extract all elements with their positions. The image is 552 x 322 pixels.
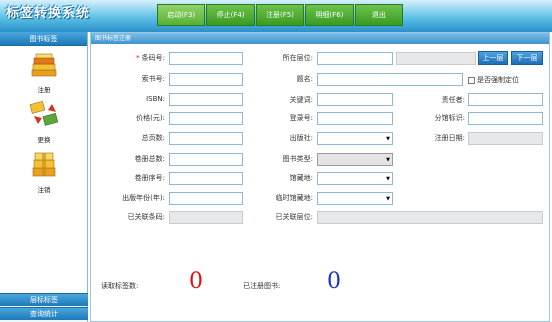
- required-mark: *: [136, 54, 140, 62]
- pub-year-input[interactable]: [169, 192, 243, 205]
- next-shelf-button[interactable]: 下一层: [511, 51, 543, 65]
- registered-count-value: 0: [327, 269, 341, 294]
- sidebar-section-stats[interactable]: 查询统计: [0, 307, 88, 320]
- book-type-select[interactable]: ▼: [317, 153, 393, 166]
- linked-barcode-field: [169, 211, 243, 224]
- sidebar-item-label: 更换: [37, 136, 51, 144]
- location-select[interactable]: ▼: [317, 172, 393, 185]
- price-input[interactable]: [169, 112, 243, 125]
- shelf-input[interactable]: [317, 52, 393, 65]
- shelf-code-field: [396, 52, 476, 65]
- sidebar-item-replace[interactable]: 更换: [0, 100, 88, 144]
- linked-shelf-field: [317, 211, 543, 224]
- title-label: 题名:: [296, 75, 313, 83]
- read-count-label: 读取标签数:: [101, 282, 139, 290]
- exit-button[interactable]: 退出: [354, 4, 404, 26]
- force-position-checkbox[interactable]: 是否强制定位: [468, 75, 519, 85]
- isbn-label: ISBN:: [146, 95, 165, 103]
- volumes-label: 卷册总数:: [134, 155, 165, 163]
- reg-no-label: 登录号:: [289, 114, 313, 122]
- linked-shelf-label: 已关联层位:: [275, 213, 313, 221]
- call-no-input[interactable]: [169, 73, 243, 86]
- price-label: 价格(元):: [136, 114, 165, 122]
- branch-input[interactable]: [468, 112, 543, 125]
- keyword-label: 关键词:: [289, 96, 313, 104]
- publisher-label: 出版社:: [289, 134, 313, 142]
- book-type-label: 图书类型:: [282, 155, 313, 163]
- shelf-label: 所在层位:: [282, 54, 313, 62]
- volume-no-label: 卷册序号:: [134, 174, 165, 182]
- author-label: 责任者:: [441, 96, 465, 104]
- linked-barcode-label: 已关联条码:: [127, 213, 165, 221]
- main-toolbar: 启动(F3) 停止(F4) 注册(F5) 明细(F6) 退出: [157, 4, 404, 26]
- sidebar-header[interactable]: 图书标签: [0, 32, 87, 46]
- register-panel: 图书标签注册 * 条码号: 索书号: ISBN: 价格(元): 总页数: 卷册总数…: [90, 32, 550, 322]
- sidebar-body: 注册 更换 注销: [0, 46, 87, 293]
- branch-label: 分馆标识:: [434, 114, 465, 122]
- sidebar-item-register[interactable]: 注册: [0, 52, 88, 94]
- register-button[interactable]: 注册(F5): [255, 4, 305, 26]
- sidebar-section-shelf-tags[interactable]: 层标标签: [0, 293, 88, 306]
- title-input[interactable]: [317, 73, 463, 86]
- reg-no-input[interactable]: [317, 112, 393, 125]
- barcode-label: * 条码号:: [136, 54, 165, 62]
- sidebar-item-label: 注销: [37, 186, 51, 194]
- sidebar-item-cancel[interactable]: 注销: [0, 150, 88, 194]
- pages-input[interactable]: [169, 132, 243, 145]
- chevron-down-icon: ▼: [386, 196, 390, 202]
- pub-year-label: 出版年份(年):: [122, 194, 165, 202]
- books-stack-icon: [31, 53, 57, 77]
- stop-button[interactable]: 停止(F4): [206, 4, 255, 26]
- reg-date-label: 注册日期:: [434, 134, 465, 142]
- volumes-input[interactable]: [169, 153, 243, 166]
- panel-title: 图书标签注册: [91, 33, 549, 44]
- sidebar-item-label: 注册: [37, 86, 51, 94]
- publisher-select[interactable]: ▼: [317, 132, 393, 145]
- read-count-value: 0: [189, 269, 203, 294]
- reg-date-field: [468, 132, 543, 145]
- location-label: 馆藏地:: [289, 174, 313, 182]
- title-bar: 标签转换系统 启动(F3) 停止(F4) 注册(F5) 明细(F6) 退出: [0, 0, 552, 32]
- call-no-label: 索书号:: [141, 75, 165, 83]
- volume-no-input[interactable]: [169, 172, 243, 185]
- author-input[interactable]: [468, 93, 543, 106]
- chevron-down-icon: ▼: [386, 176, 390, 182]
- temp-location-select[interactable]: ▼: [317, 192, 393, 205]
- sidebar: 图书标签 注册 更换 注销 层标标签 查询统计: [0, 32, 88, 322]
- temp-location-label: 临时馆藏地:: [275, 194, 313, 202]
- book-box-icon: [32, 152, 56, 177]
- pages-label: 总页数:: [141, 134, 165, 142]
- checkbox-box[interactable]: [468, 76, 475, 84]
- barcode-input[interactable]: [169, 52, 243, 65]
- detail-button[interactable]: 明细(F6): [305, 4, 354, 26]
- prev-shelf-button[interactable]: 上一层: [478, 51, 508, 65]
- isbn-input[interactable]: [169, 93, 243, 106]
- chevron-down-icon: ▼: [386, 157, 390, 163]
- app-title: 标签转换系统: [6, 6, 91, 21]
- keyword-input[interactable]: [317, 93, 393, 106]
- books-exchange-icon: [29, 100, 59, 126]
- force-position-label: 是否强制定位: [477, 76, 519, 84]
- chevron-down-icon: ▼: [386, 136, 390, 142]
- registered-count-label: 已注册图书:: [243, 282, 281, 290]
- start-button[interactable]: 启动(F3): [157, 4, 206, 26]
